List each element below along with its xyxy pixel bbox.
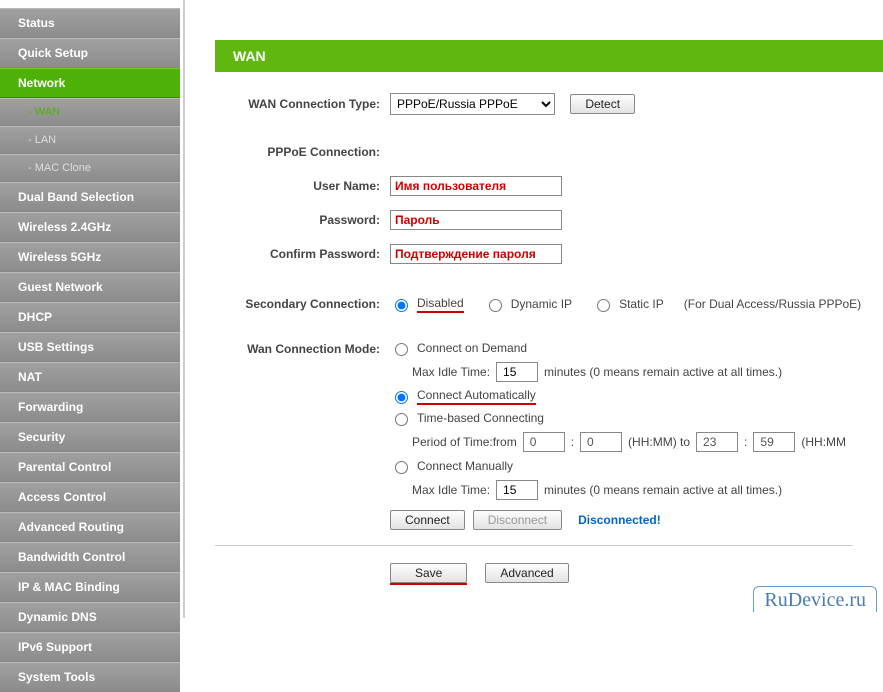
text-hhmm-2: (HH:MM [801,435,846,449]
label-max-idle-1: Max Idle Time: [412,365,490,379]
text-mode-auto: Connect Automatically [417,388,536,405]
text-sec-dynamic: Dynamic IP [511,297,572,311]
sidebar: StatusQuick SetupNetwork- WAN- LAN- MAC … [0,0,180,618]
text-idle-unit-1: minutes (0 means remain active at all ti… [544,365,782,379]
text-mode-manual: Connect Manually [417,459,513,473]
connect-button[interactable]: Connect [390,510,465,530]
sidebar-item-lan[interactable]: - LAN [0,126,180,154]
text-hhmm-to: (HH:MM) to [628,435,690,449]
text-sec-static: Static IP [619,297,664,311]
radio-mode-time[interactable] [395,413,408,426]
disconnect-button[interactable]: Disconnect [473,510,562,530]
sidebar-item-security[interactable]: Security [0,422,180,452]
label-period: Period of Time:from [412,435,517,449]
vertical-divider [183,0,185,618]
sidebar-item-wireless-5ghz[interactable]: Wireless 5GHz [0,242,180,272]
save-button[interactable]: Save [390,563,467,583]
password-input[interactable] [390,210,562,230]
sidebar-item-bandwidth-control[interactable]: Bandwidth Control [0,542,180,572]
sidebar-item-wan[interactable]: - WAN [0,98,180,126]
text-sec-disabled: Disabled [417,296,464,313]
radio-sec-disabled[interactable] [395,299,408,312]
sidebar-item-wireless-2-4ghz[interactable]: Wireless 2.4GHz [0,212,180,242]
period-m2-input[interactable] [753,432,795,452]
radio-sec-static[interactable] [597,299,610,312]
connection-status: Disconnected! [570,513,661,527]
main-panel: WAN WAN Connection Type: PPPoE/Russia PP… [185,0,883,618]
wan-type-select[interactable]: PPPoE/Russia PPPoE [390,93,555,115]
label-wan-conn-mode: Wan Connection Mode: [215,340,390,356]
label-confirm-password: Confirm Password: [215,247,390,261]
label-max-idle-2: Max Idle Time: [412,483,490,497]
label-password: Password: [215,213,390,227]
sidebar-item-dhcp[interactable]: DHCP [0,302,180,332]
text-mode-demand: Connect on Demand [417,341,527,355]
detect-button[interactable]: Detect [570,94,635,114]
text-idle-unit-2: minutes (0 means remain active at all ti… [544,483,782,497]
label-username: User Name: [215,179,390,193]
period-m1-input[interactable] [580,432,622,452]
sidebar-item-network[interactable]: Network [0,68,180,98]
sidebar-item-dual-band-selection[interactable]: Dual Band Selection [0,182,180,212]
radio-mode-manual[interactable] [395,461,408,474]
period-h1-input[interactable] [523,432,565,452]
sidebar-item-usb-settings[interactable]: USB Settings [0,332,180,362]
period-h2-input[interactable] [696,432,738,452]
idle-time-1-input[interactable] [496,362,538,382]
radio-sec-dynamic[interactable] [489,299,502,312]
advanced-button[interactable]: Advanced [485,563,568,583]
sidebar-item-access-control[interactable]: Access Control [0,482,180,512]
confirm-password-input[interactable] [390,244,562,264]
sidebar-item-guest-network[interactable]: Guest Network [0,272,180,302]
sidebar-item-nat[interactable]: NAT [0,362,180,392]
sidebar-item-dynamic-dns[interactable]: Dynamic DNS [0,602,180,632]
sidebar-item-quick-setup[interactable]: Quick Setup [0,38,180,68]
sidebar-item-system-tools[interactable]: System Tools [0,662,180,692]
label-secondary-conn: Secondary Connection: [215,297,390,311]
text-mode-time: Time-based Connecting [417,411,544,425]
sidebar-item-parental-control[interactable]: Parental Control [0,452,180,482]
radio-mode-auto[interactable] [395,391,408,404]
sidebar-item-forwarding[interactable]: Forwarding [0,392,180,422]
sidebar-item-ipv6-support[interactable]: IPv6 Support [0,632,180,662]
label-pppoe-conn: PPPoE Connection: [215,145,390,159]
radio-mode-demand[interactable] [395,343,408,356]
sidebar-item-advanced-routing[interactable]: Advanced Routing [0,512,180,542]
sidebar-item-mac-clone[interactable]: - MAC Clone [0,154,180,182]
sidebar-item-status[interactable]: Status [0,8,180,38]
sidebar-item-ip-mac-binding[interactable]: IP & MAC Binding [0,572,180,602]
username-input[interactable] [390,176,562,196]
divider [215,545,853,546]
idle-time-2-input[interactable] [496,480,538,500]
label-wan-conn-type: WAN Connection Type: [215,97,390,111]
text-sec-note: (For Dual Access/Russia PPPoE) [684,297,861,311]
watermark: RuDevice.ru [753,586,877,612]
page-title: WAN [215,40,883,72]
